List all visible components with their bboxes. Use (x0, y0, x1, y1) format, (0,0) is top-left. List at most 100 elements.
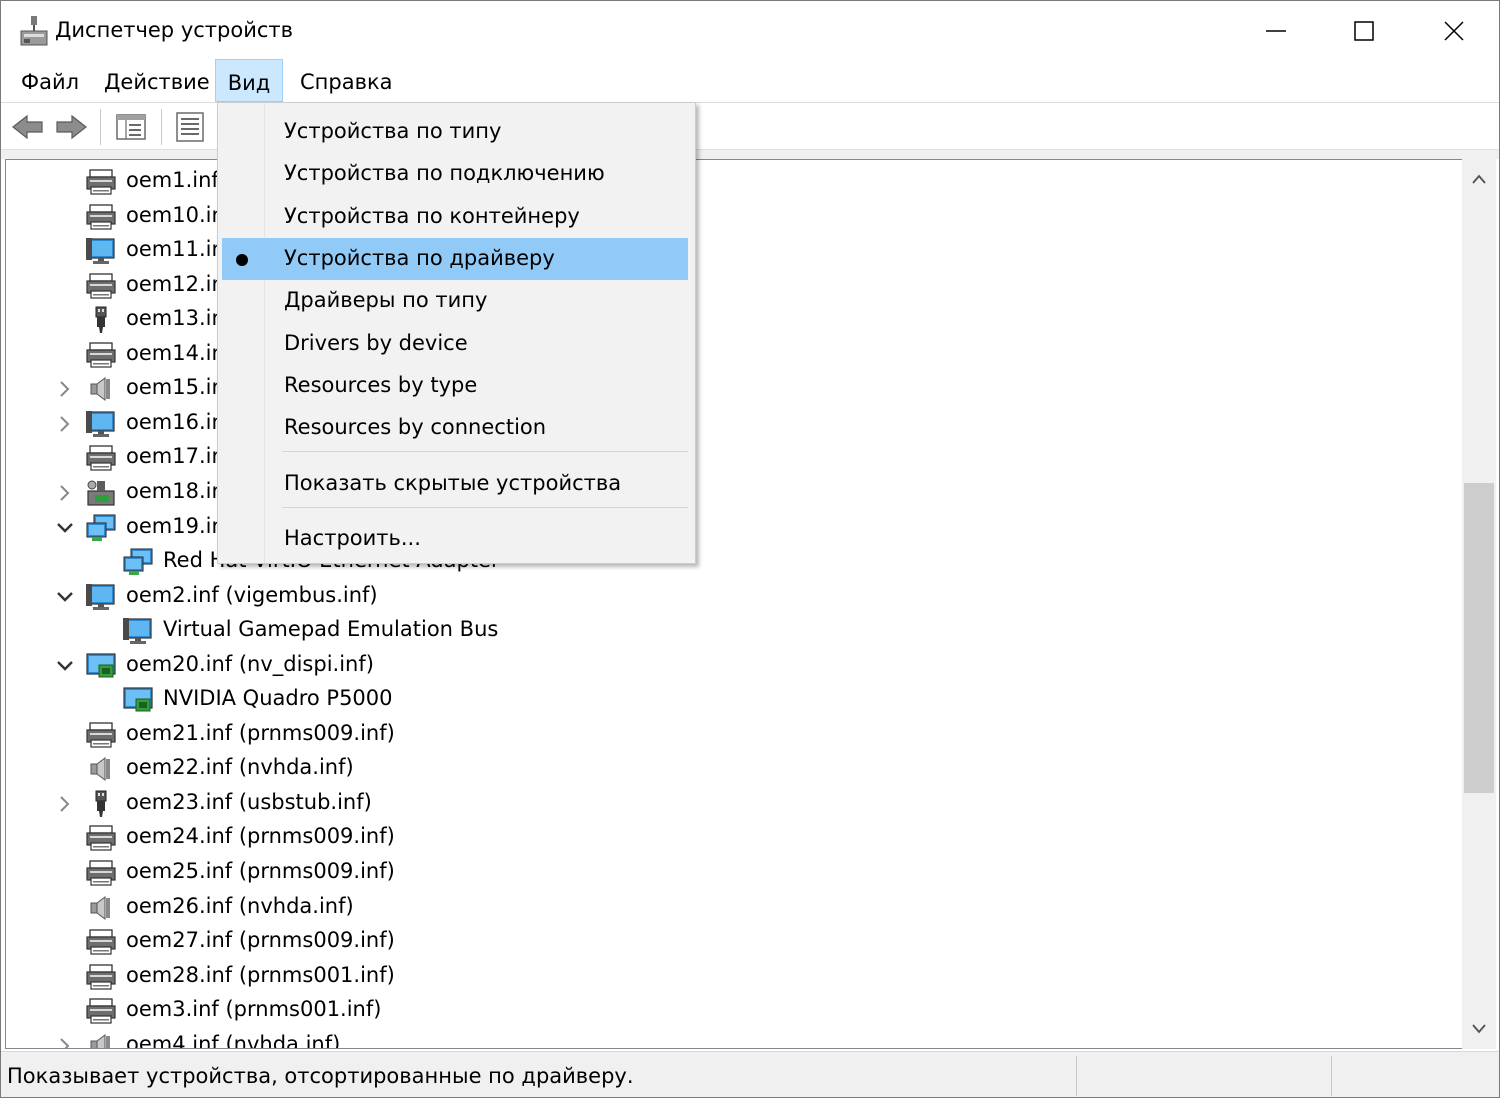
printer-icon (86, 272, 116, 299)
expanded-chevron-icon[interactable] (56, 587, 74, 607)
view-menu-item[interactable]: Resources by connection (222, 407, 688, 449)
show-hidden-devices-item[interactable]: Показать скрытые устройства (222, 463, 688, 505)
monitor-icon (123, 618, 152, 645)
tree-row[interactable]: NVIDIA Quadro P5000 (6, 683, 1446, 717)
view-menu-item-label: Устройства по контейнеру (284, 203, 580, 228)
tree-row[interactable]: oem22.inf (nvhda.inf) (6, 752, 1446, 786)
tree-row[interactable]: oem28.inf (prnms001.inf) (6, 960, 1446, 994)
view-menu-item-label: Устройства по типу (284, 119, 502, 143)
customize-item-label: Настроить... (284, 526, 421, 550)
maximize-button[interactable] (1319, 1, 1409, 61)
speaker-icon (90, 377, 110, 402)
chevron-up-icon (1472, 174, 1486, 184)
expanded-chevron-icon[interactable] (56, 518, 74, 538)
properties-icon[interactable] (173, 111, 207, 143)
tree-row-label: oem28.inf (prnms001.inf) (126, 962, 395, 987)
tree-row[interactable]: Virtual Gamepad Emulation Bus (6, 614, 1446, 648)
status-bar-separator (1076, 1056, 1077, 1096)
menu-help[interactable]: Справка (300, 59, 393, 101)
toolbar-separator (161, 109, 162, 145)
tree-row[interactable]: oem25.inf (prnms009.inf) (6, 856, 1446, 890)
tree-row[interactable]: oem26.inf (nvhda.inf) (6, 891, 1446, 925)
tree-row-label: oem24.inf (prnms009.inf) (126, 824, 395, 849)
view-menu-item[interactable]: Устройства по подключению (222, 153, 688, 195)
monitor-icon (86, 238, 115, 265)
scroll-thumb[interactable] (1464, 483, 1494, 793)
forward-arrow-icon[interactable] (54, 111, 88, 143)
show-hidden-devices-item-label: Показать скрытые устройства (284, 471, 622, 495)
scroll-up-button[interactable] (1462, 159, 1496, 199)
tree-row-label: NVIDIA Quadro P5000 (163, 686, 393, 711)
collapsed-chevron-icon[interactable] (56, 794, 74, 814)
vertical-scrollbar[interactable] (1462, 159, 1496, 1049)
view-menu-item-label: Драйверы по типу (284, 288, 488, 313)
printer-icon (86, 722, 116, 748)
customize-item[interactable]: Настроить... (222, 518, 688, 560)
view-menu-item[interactable]: Устройства по типу (222, 111, 688, 153)
scroll-down-button[interactable] (1462, 1009, 1496, 1049)
close-button[interactable] (1409, 1, 1499, 61)
tree-row-label: oem20.inf (nv_dispi.inf) (126, 651, 374, 676)
tree-row-label: oem21.inf (prnms009.inf) (126, 720, 395, 745)
view-menu-item-label: Устройства по подключению (284, 161, 605, 186)
tree-row[interactable]: oem2.inf (vigembus.inf) (6, 580, 1446, 614)
tree-row[interactable]: oem23.inf (usbstub.inf) (6, 787, 1446, 821)
menu-separator (282, 451, 688, 452)
menu-file[interactable]: Файл (21, 59, 79, 101)
device-manager-window: Диспетчер устройств Файл Действие Вид Сп… (0, 0, 1500, 1098)
tree-row[interactable]: oem27.inf (prnms009.inf) (6, 925, 1446, 959)
speaker-icon (90, 1033, 110, 1048)
speaker-icon (90, 895, 110, 920)
tree-row[interactable]: oem24.inf (prnms009.inf) (6, 821, 1446, 855)
network-icon (86, 513, 116, 541)
view-menu-item-label: Устройства по драйверу (284, 245, 555, 270)
show-hide-console-tree-icon[interactable] (114, 111, 148, 143)
tree-row-label: oem4.inf (nvhda.inf) (126, 1031, 341, 1049)
printer-icon (86, 169, 116, 195)
view-menu-item[interactable]: Драйверы по типу (222, 280, 688, 322)
monitor-icon (86, 410, 115, 437)
toolbar-separator (100, 109, 101, 145)
expanded-chevron-icon[interactable] (56, 656, 74, 676)
view-menu-item[interactable]: Устройства по контейнеру (222, 196, 688, 238)
collapsed-chevron-icon[interactable] (56, 379, 74, 399)
display-adapter-icon (86, 653, 116, 678)
tree-row[interactable]: oem20.inf (nv_dispi.inf) (6, 649, 1446, 683)
view-menu-item[interactable]: Drivers by device (222, 323, 688, 365)
collapsed-chevron-icon[interactable] (56, 414, 74, 434)
close-icon (1444, 21, 1464, 41)
tree-row[interactable]: oem4.inf (nvhda.inf) (6, 1029, 1446, 1049)
usb-icon (95, 306, 107, 334)
network-icon (123, 548, 153, 576)
tree-row-label: Virtual Gamepad Emulation Bus (163, 617, 499, 642)
collapsed-chevron-icon[interactable] (56, 1036, 74, 1049)
system-icon (87, 480, 115, 506)
printer-icon (86, 963, 116, 990)
menu-separator (282, 507, 688, 508)
minimize-button[interactable] (1231, 1, 1321, 61)
status-bar-separator (1331, 1056, 1332, 1096)
printer-icon (86, 860, 116, 886)
chevron-down-icon (1472, 1024, 1486, 1034)
menu-action[interactable]: Действие (104, 59, 210, 101)
view-menu-item[interactable]: Устройства по драйверу (222, 237, 688, 280)
tree-row-label: oem3.inf (prnms001.inf) (126, 997, 382, 1022)
printer-icon (86, 929, 116, 955)
radio-bullet-icon (236, 253, 248, 266)
view-menu-item[interactable]: Resources by type (222, 365, 688, 407)
back-arrow-icon[interactable] (11, 111, 45, 143)
view-menu-item-label: Drivers by device (284, 330, 468, 355)
tree-row[interactable]: oem3.inf (prnms001.inf) (6, 994, 1446, 1028)
minimize-icon (1266, 30, 1286, 32)
collapsed-chevron-icon[interactable] (56, 483, 74, 503)
usb-icon (95, 790, 107, 817)
menu-view[interactable]: Вид (215, 59, 283, 102)
tree-row-label: oem1.inf (126, 168, 219, 192)
view-menu-item-label: Resources by type (284, 372, 478, 397)
maximize-icon (1354, 21, 1374, 41)
title-bar: Диспетчер устройств (1, 1, 1499, 63)
tree-row[interactable]: oem21.inf (prnms009.inf) (6, 718, 1446, 752)
window-title: Диспетчер устройств (55, 18, 294, 42)
printer-icon (86, 825, 116, 852)
device-manager-icon (20, 16, 48, 46)
